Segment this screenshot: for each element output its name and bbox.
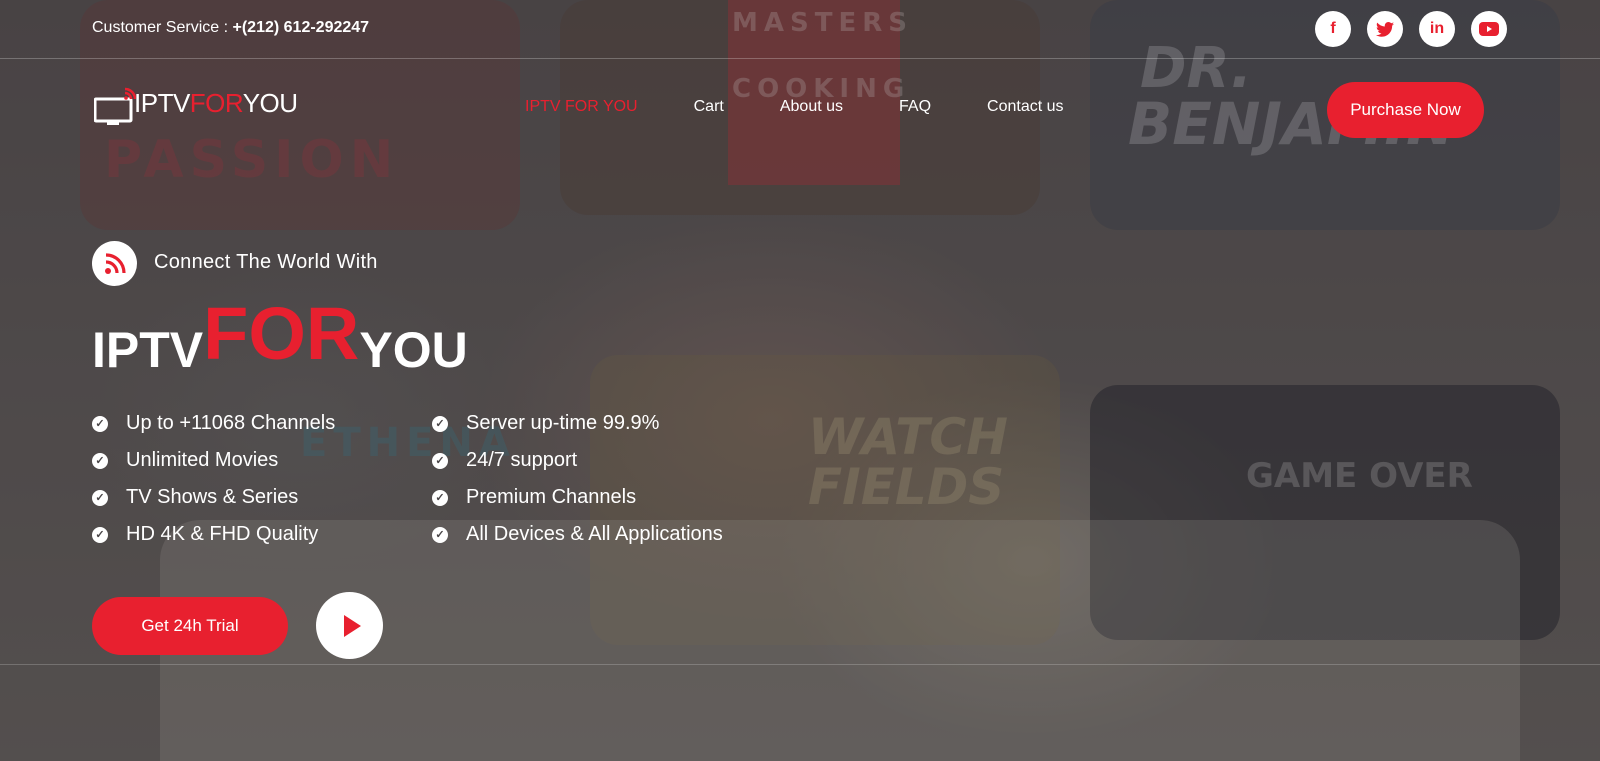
- facebook-icon[interactable]: f: [1315, 11, 1351, 47]
- logo-you: YOU: [242, 87, 298, 118]
- purchase-now-button[interactable]: Purchase Now: [1327, 82, 1484, 138]
- get-trial-button[interactable]: Get 24h Trial: [92, 597, 288, 655]
- feature-item: ✓ HD 4K & FHD Quality: [92, 523, 318, 546]
- twitter-icon[interactable]: [1367, 11, 1403, 47]
- feature-item: ✓ Premium Channels: [432, 486, 636, 509]
- logo-iptv: IPTV: [134, 87, 190, 118]
- check-icon: ✓: [92, 415, 108, 432]
- hero-title-iptv: IPTV: [92, 322, 204, 378]
- tv-logo-icon: [93, 87, 137, 125]
- check-icon: ✓: [92, 489, 108, 506]
- nav-about-us[interactable]: About us: [780, 98, 843, 116]
- feature-label: Server up-time 99.9%: [466, 412, 660, 434]
- play-video-button[interactable]: [316, 592, 383, 659]
- check-icon: ✓: [92, 526, 108, 543]
- feature-label: Premium Channels: [466, 486, 637, 508]
- feature-item: ✓ Server up-time 99.9%: [432, 412, 659, 435]
- nav-iptv-for-you[interactable]: IPTV FOR YOU: [525, 98, 638, 116]
- feature-label: TV Shows & Series: [126, 486, 299, 508]
- feature-label: Up to +11068 Channels: [126, 412, 336, 434]
- linkedin-icon[interactable]: in: [1419, 11, 1455, 47]
- main-nav: IPTV FOR YOU Cart About us FAQ Contact u…: [525, 98, 1064, 116]
- check-icon: ✓: [432, 526, 448, 543]
- topbar: Customer Service : +(212) 612-292247 f i…: [0, 0, 1600, 59]
- site-logo[interactable]: IPTVFORYOU: [93, 80, 298, 126]
- check-icon: ✓: [432, 489, 448, 506]
- divider: [0, 664, 1600, 665]
- youtube-icon[interactable]: [1471, 11, 1507, 47]
- feature-label: HD 4K & FHD Quality: [126, 523, 319, 545]
- feature-label: 24/7 support: [466, 449, 578, 471]
- phone-number[interactable]: +(212) 612-292247: [233, 19, 370, 36]
- nav-cart[interactable]: Cart: [694, 98, 724, 116]
- hero-title: IPTVFORYOU: [92, 297, 468, 379]
- check-icon: ✓: [432, 452, 448, 469]
- logo-for: FOR: [189, 87, 243, 118]
- customer-service-label: Customer Service :: [92, 19, 229, 36]
- logo-text: IPTVFORYOU: [134, 88, 298, 119]
- feature-label: Unlimited Movies: [126, 449, 279, 471]
- feature-item: ✓ All Devices & All Applications: [432, 523, 723, 546]
- nav-faq[interactable]: FAQ: [899, 98, 931, 116]
- feature-item: ✓ TV Shows & Series: [92, 486, 298, 509]
- nav-contact-us[interactable]: Contact us: [987, 98, 1063, 116]
- feature-item: ✓ Unlimited Movies: [92, 449, 278, 472]
- hero-tagline: Connect The World With: [154, 251, 378, 273]
- feature-label: All Devices & All Applications: [466, 523, 723, 545]
- hero-title-you: YOU: [359, 322, 468, 378]
- social-links: f in: [1315, 11, 1507, 47]
- rss-icon: [92, 241, 137, 286]
- feature-item: ✓ 24/7 support: [432, 449, 577, 472]
- play-icon: [343, 614, 361, 637]
- check-icon: ✓: [432, 415, 448, 432]
- feature-item: ✓ Up to +11068 Channels: [92, 412, 335, 435]
- hero-title-for: FOR: [203, 292, 360, 375]
- check-icon: ✓: [92, 452, 108, 469]
- customer-service: Customer Service : +(212) 612-292247: [92, 19, 369, 37]
